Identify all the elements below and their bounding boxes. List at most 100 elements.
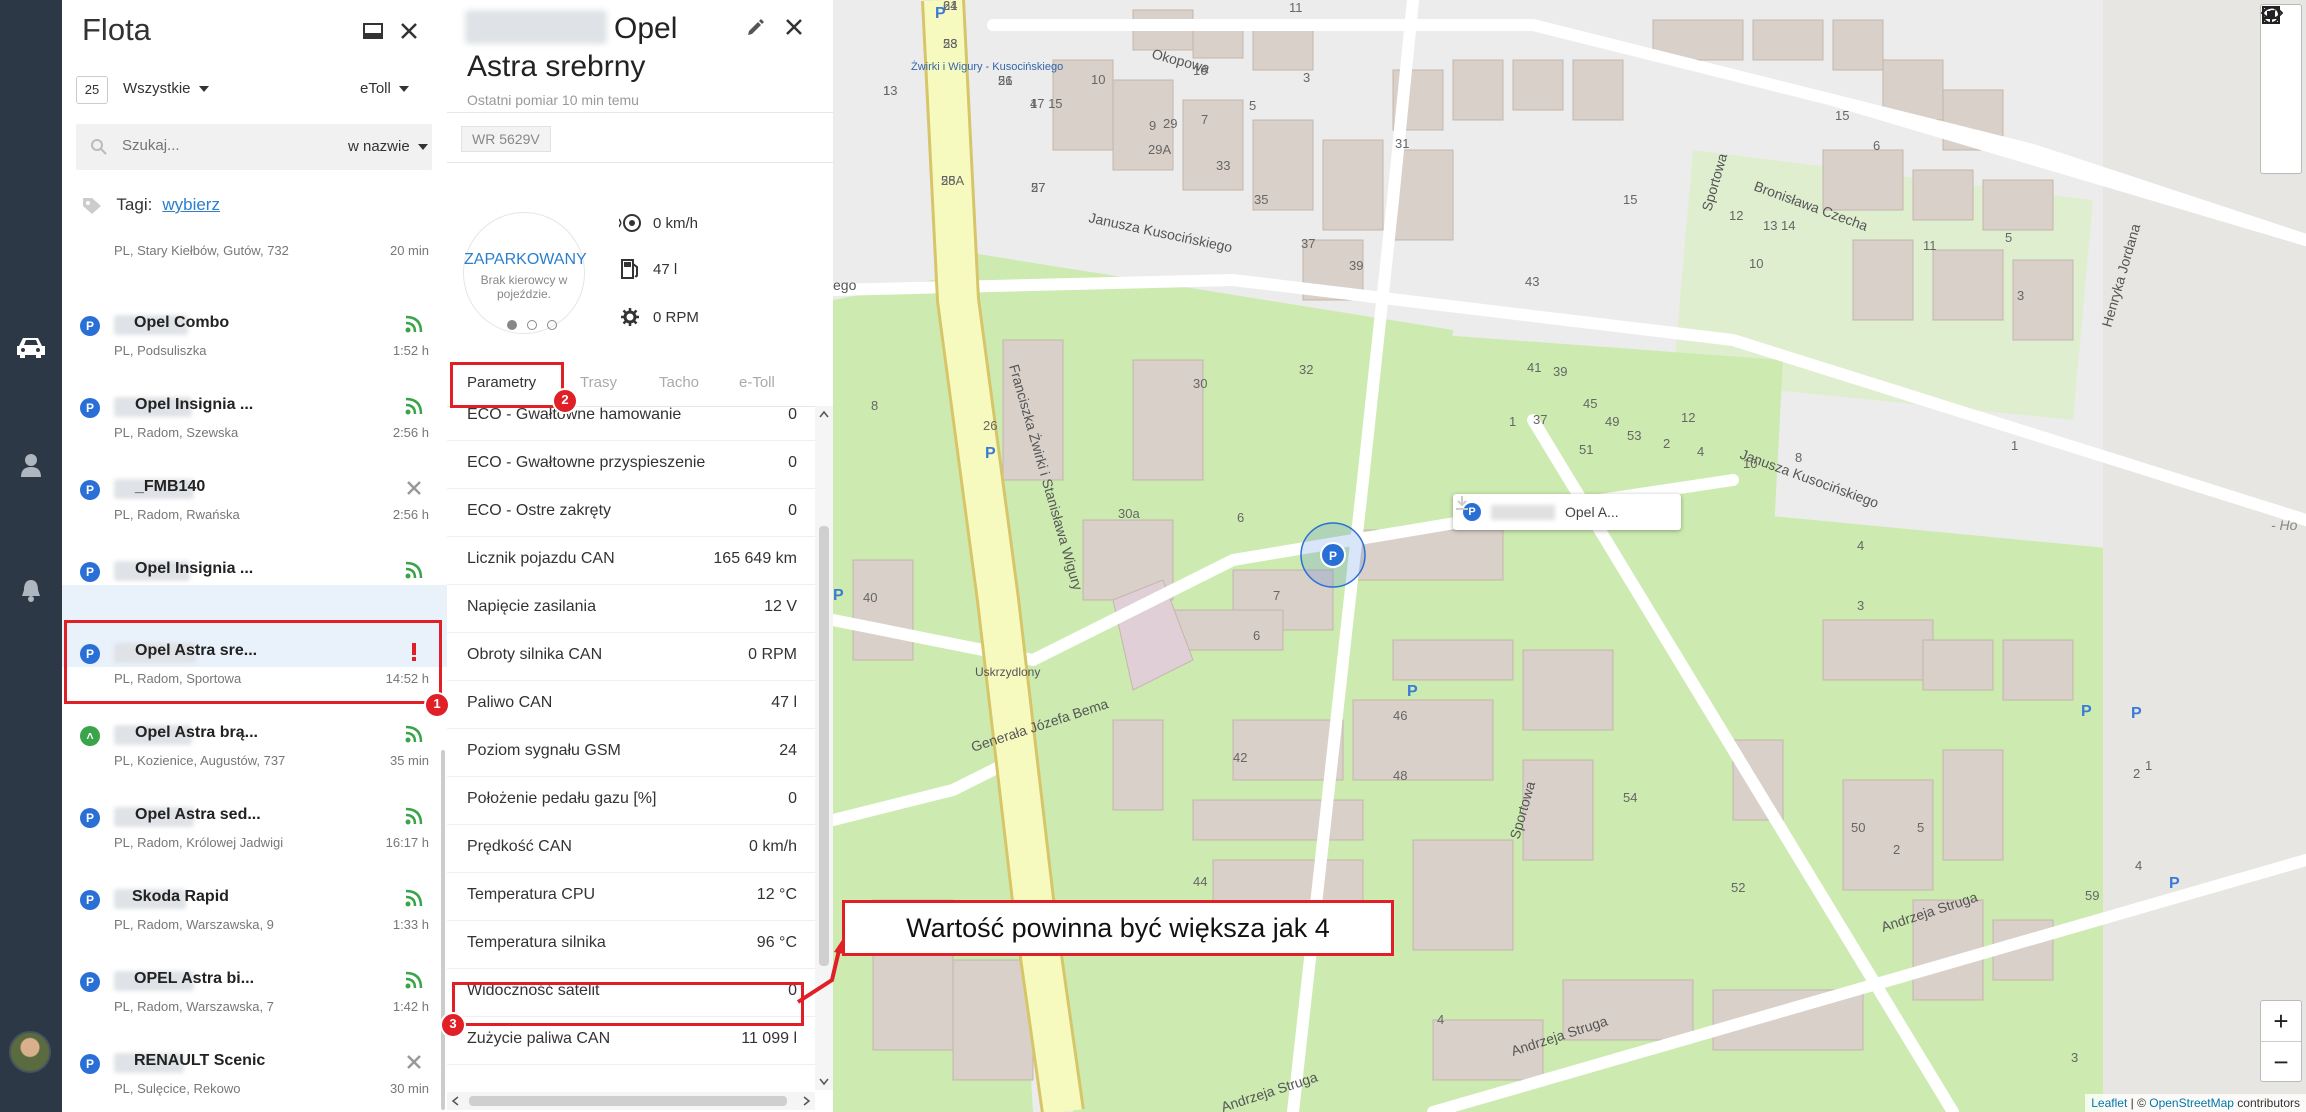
parameter-value: 0 RPM <box>748 646 797 663</box>
user-avatar[interactable] <box>9 1031 51 1073</box>
house-number: 6 <box>1253 628 1260 643</box>
house-number: 30 <box>1193 376 1207 391</box>
osm-link[interactable]: OpenStreetMap <box>2149 1096 2234 1110</box>
window-minimize-icon <box>363 23 383 39</box>
carousel-dot[interactable] <box>547 320 557 330</box>
list-item[interactable]: P Opel Insignia ... PL, Radom, Szewska 2:56… <box>62 339 447 440</box>
highlight-parameters-tab <box>450 362 564 408</box>
layers-button[interactable] <box>2261 6 2301 165</box>
parameter-value: 0 <box>788 454 797 471</box>
vehicle-state-widget[interactable]: ZAPARKOWANY Brak kierowcy w pojeździe. <box>463 212 587 335</box>
house-number: 10 <box>1749 256 1763 271</box>
chevron-right-icon[interactable] <box>803 1096 811 1106</box>
no-signal-icon <box>403 1051 425 1073</box>
carousel-dot[interactable] <box>527 320 537 330</box>
annotation-number-3: 3 <box>440 1012 466 1038</box>
parameter-row: ECO - Gwałtowne przyspieszenie 0 <box>447 440 815 489</box>
list-item[interactable]: P _FMB140 PL, Radom, Rwańska 2:56 h <box>62 421 447 522</box>
edit-vehicle-button[interactable] <box>745 18 765 43</box>
list-item[interactable]: P OPEL Astra bi... PL, Radom, Warszawska, … <box>62 913 447 1014</box>
callout-arrow <box>796 940 844 1004</box>
attribution-separator: | © <box>2127 1096 2150 1110</box>
house-number: 4 <box>1857 538 1864 553</box>
parameter-row: Temperatura silnika 96 °C <box>447 920 815 969</box>
scrollbar-thumb[interactable] <box>469 1096 787 1106</box>
zoom-in-button[interactable]: + <box>2261 1001 2301 1041</box>
status-filter-dropdown[interactable]: Wszystkie <box>123 80 209 97</box>
gps-signal-icon <box>403 969 425 991</box>
vehicles-nav-button[interactable] <box>0 322 62 372</box>
house-number: 1 <box>883 83 890 98</box>
house-number: 33 <box>1216 158 1230 173</box>
close-fleet-button[interactable] <box>396 18 422 44</box>
house-number: 1 <box>1509 414 1516 429</box>
street-label: ego <box>833 277 857 293</box>
list-item[interactable]: POpel Insignia ...PL, Radom, Szpitalna2:… <box>62 503 447 604</box>
house-number: 1 <box>2145 758 2152 773</box>
chevron-up-icon[interactable] <box>819 410 829 418</box>
vehicle-state-note: Brak kierowcy w pojeździe. <box>480 273 568 301</box>
moving-status-icon: ˄ <box>80 726 100 746</box>
house-number: 7 <box>1201 112 1208 127</box>
search-scope-dropdown[interactable]: w nazwie <box>348 138 428 155</box>
vehicle-name: Skoda Rapid <box>132 888 229 905</box>
tab-trasy[interactable]: Trasy <box>580 374 617 391</box>
drivers-nav-button[interactable] <box>0 440 62 490</box>
zoom-out-button[interactable]: − <box>2261 1041 2301 1082</box>
fullscreen-button[interactable] <box>2261 6 2301 85</box>
vehicle-plate-blurred <box>465 10 607 44</box>
view-toggle-button[interactable] <box>2261 6 2301 125</box>
close-detail-button[interactable] <box>785 18 803 41</box>
house-number: 2 <box>1893 842 1900 857</box>
tab-tacho[interactable]: Tacho <box>659 374 699 391</box>
search-input[interactable] <box>120 136 274 155</box>
list-item[interactable]: P Opel Astra sed... PL, Radom, Królowej Ja… <box>62 749 447 850</box>
carousel-dot[interactable] <box>507 320 517 330</box>
parked-pin-icon: P <box>80 316 100 336</box>
house-number: 58A <box>941 173 964 188</box>
page-size-select[interactable]: 25 <box>76 76 108 104</box>
parameter-row: Prędkość CAN 0 km/h <box>447 824 815 873</box>
service-label: eToll <box>360 80 391 97</box>
edge-label: - Ho <box>2271 517 2298 533</box>
parked-pin-icon: P <box>80 808 100 828</box>
house-number: 49 <box>1605 414 1619 429</box>
parked-pin-icon: P <box>80 398 100 418</box>
parameter-row: Paliwo CAN 47 l <box>447 680 815 729</box>
list-item[interactable]: P RENAULT Scenic PL, Sulęcice, Rekowo 30 mi… <box>62 995 447 1096</box>
annotation-number-1: 1 <box>424 692 450 718</box>
download-icon <box>1456 496 1468 510</box>
zoom-control: + − <box>2260 1000 2302 1082</box>
house-number: 11 <box>1289 0 1303 15</box>
vehicle-map-popup[interactable]: P Opel A... <box>1453 494 1681 530</box>
parameter-label: Temperatura silnika <box>467 934 606 951</box>
chevron-down-icon[interactable] <box>819 1078 829 1086</box>
house-number: 3 <box>2017 288 2024 303</box>
alerts-nav-button[interactable] <box>0 565 62 615</box>
divider <box>447 112 833 113</box>
fleet-title: Flota <box>82 12 151 47</box>
parking-marker: P <box>2131 705 2142 722</box>
parameter-value: 0 <box>788 502 797 519</box>
list-item[interactable]: P Skoda Rapid PL, Radom, Warszawska, 9 1:33… <box>62 831 447 932</box>
highlight-satellite-visibility <box>452 982 804 1026</box>
speed-metric: 0 km/h <box>617 212 698 234</box>
vehicle-time: 30 min <box>389 1081 429 1096</box>
parameter-label: ECO - Ostre zakręty <box>467 502 612 519</box>
parameter-label: ECO - Gwałtowne przyspieszenie <box>467 454 706 471</box>
leaflet-link[interactable]: Leaflet <box>2091 1096 2127 1110</box>
map-tools <box>2260 4 2302 174</box>
fleet-scrollbar[interactable] <box>441 750 445 1110</box>
service-dropdown[interactable]: eToll <box>360 80 409 97</box>
highlight-selected-vehicle <box>64 620 442 704</box>
search-box: w nazwie <box>76 124 432 170</box>
parameters-horizontal-scrollbar[interactable] <box>447 1092 815 1110</box>
minimize-button[interactable] <box>360 18 386 44</box>
state-carousel-dots[interactable] <box>502 317 562 335</box>
scrollbar-thumb[interactable] <box>819 526 829 966</box>
list-item[interactable]: P Opel Combo PL, Podsuliszka 1:52 h <box>62 257 447 358</box>
house-number: 56 <box>998 73 1012 88</box>
list-item[interactable]: PL, Stary Kiełbów, Gutów, 732 20 min <box>62 185 447 267</box>
tab-etoll[interactable]: e-Toll <box>739 374 775 391</box>
chevron-left-icon[interactable] <box>451 1096 459 1106</box>
